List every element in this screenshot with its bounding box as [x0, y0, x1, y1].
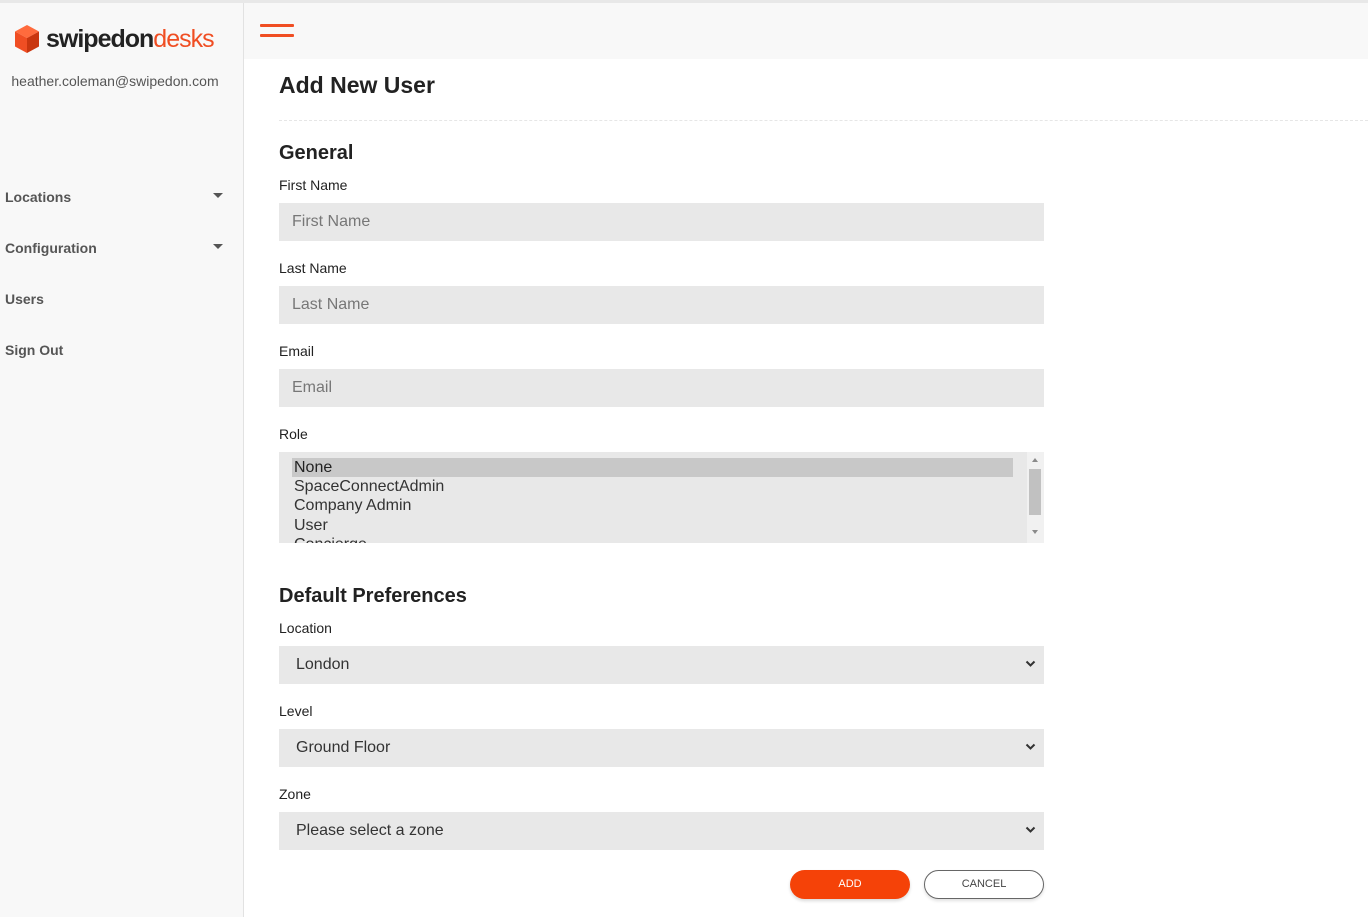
role-option-none[interactable]: None [292, 458, 1013, 477]
role-option-concierge[interactable]: Concierge [292, 535, 1013, 543]
caret-down-icon [213, 244, 223, 249]
scroll-up-arrow-icon[interactable] [1032, 458, 1038, 462]
role-option-company-admin[interactable]: Company Admin [292, 496, 1013, 515]
level-select-value: Ground Floor [296, 739, 391, 756]
role-option-user[interactable]: User [292, 516, 1013, 535]
role-listbox-scrollbar[interactable] [1027, 452, 1044, 543]
sidebar-item-label: Users [5, 290, 44, 307]
sidebar-item-label: Configuration [5, 239, 97, 256]
section-title-general: General [279, 142, 354, 164]
zone-label: Zone [279, 786, 311, 802]
role-listbox[interactable]: None SpaceConnectAdmin Company Admin Use… [279, 452, 1044, 543]
page-title: Add New User [279, 72, 435, 98]
chevron-down-icon [1025, 743, 1036, 750]
sidebar-item-locations[interactable]: Locations [0, 171, 243, 222]
hamburger-menu-icon[interactable] [260, 24, 294, 40]
section-title-default-preferences: Default Preferences [279, 585, 467, 607]
zone-select-value: Please select a zone [296, 822, 444, 839]
level-select[interactable]: Ground Floor [279, 729, 1044, 767]
add-button[interactable]: ADD [790, 870, 910, 899]
scroll-down-arrow-icon[interactable] [1032, 530, 1038, 534]
role-label: Role [279, 426, 308, 442]
email-label: Email [279, 343, 315, 359]
brand-logo[interactable]: swipedondesks [14, 23, 215, 55]
cancel-button[interactable]: CANCEL [924, 870, 1044, 899]
sidebar-item-label: Sign Out [5, 341, 64, 358]
brand-name-part1: swipedon [46, 24, 154, 53]
user-email: heather.coleman@swipedon.com [11, 73, 219, 89]
location-label: Location [279, 620, 332, 636]
sidebar-nav: Locations Configuration Users Sign Out [0, 171, 243, 375]
brand-name-part2: desks [153, 24, 214, 53]
sidebar-item-sign-out[interactable]: Sign Out [0, 324, 243, 375]
level-label: Level [279, 703, 313, 719]
last-name-label: Last Name [279, 260, 347, 276]
caret-down-icon [213, 193, 223, 198]
first-name-input[interactable] [279, 203, 1044, 241]
sidebar-item-configuration[interactable]: Configuration [0, 222, 243, 273]
title-divider [279, 120, 1368, 121]
sidebar: swipedondesks heather.coleman@swipedon.c… [0, 3, 244, 917]
email-input[interactable] [279, 369, 1044, 407]
sidebar-item-label: Locations [5, 188, 72, 205]
top-header [244, 3, 1368, 59]
zone-select[interactable]: Please select a zone [279, 812, 1044, 850]
brand-wordmark: swipedondesks [46, 24, 215, 53]
first-name-label: First Name [279, 177, 348, 193]
cube-logo-icon [15, 25, 39, 53]
last-name-input[interactable] [279, 286, 1044, 324]
chevron-down-icon [1025, 826, 1036, 833]
location-select[interactable]: London [279, 646, 1044, 684]
location-select-value: London [296, 656, 350, 673]
sidebar-item-users[interactable]: Users [0, 273, 243, 324]
role-option-spaceconnectadmin[interactable]: SpaceConnectAdmin [292, 477, 1013, 496]
chevron-down-icon [1025, 660, 1036, 667]
scroll-thumb[interactable] [1029, 469, 1041, 515]
